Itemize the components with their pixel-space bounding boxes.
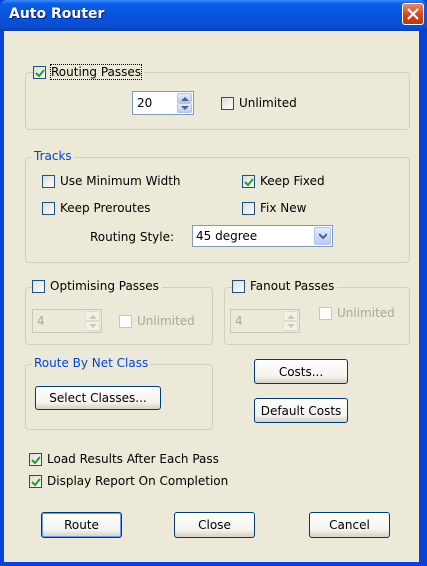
dialog-body: Routing Passes 20 Unlimited Tracks Use M… bbox=[4, 31, 419, 562]
fix-new-label: Fix New bbox=[260, 201, 307, 215]
spin-down-button bbox=[85, 321, 100, 331]
window-title: Auto Router bbox=[9, 6, 105, 22]
checkbox-box[interactable] bbox=[221, 96, 234, 110]
checkmark-icon bbox=[31, 477, 41, 486]
keep-preroutes-label: Keep Preroutes bbox=[60, 201, 151, 215]
spin-up-button[interactable] bbox=[177, 93, 192, 103]
checkbox-box[interactable] bbox=[29, 474, 42, 488]
optimising-passes-value: 4 bbox=[37, 314, 45, 328]
fanout-unlimited-label: Unlimited bbox=[337, 306, 395, 320]
chevron-down-icon bbox=[319, 233, 327, 239]
optimising-passes-checkbox[interactable]: Optimising Passes bbox=[32, 279, 162, 293]
tracks-legend: Tracks bbox=[32, 149, 74, 163]
checkbox-box[interactable] bbox=[242, 201, 255, 215]
arrow-up-icon bbox=[181, 97, 189, 101]
routing-passes-label: Routing Passes bbox=[49, 64, 143, 80]
checkbox-box[interactable] bbox=[29, 452, 42, 466]
spin-up-button bbox=[283, 311, 298, 321]
arrow-up-icon bbox=[89, 315, 97, 319]
dropdown-button[interactable] bbox=[314, 227, 331, 245]
routing-passes-value[interactable]: 20 bbox=[137, 96, 152, 110]
route-by-net-class-legend: Route By Net Class bbox=[32, 356, 151, 370]
fanout-unlimited-checkbox: Unlimited bbox=[319, 306, 395, 320]
routing-passes-spinner[interactable]: 20 bbox=[132, 91, 194, 115]
fanout-passes-value: 4 bbox=[235, 314, 243, 328]
display-report-label: Display Report On Completion bbox=[47, 474, 229, 488]
keep-preroutes-checkbox[interactable]: Keep Preroutes bbox=[42, 201, 151, 215]
display-report-checkbox[interactable]: Display Report On Completion bbox=[29, 474, 228, 488]
routing-passes-group bbox=[25, 72, 410, 130]
spin-up-button bbox=[85, 311, 100, 321]
default-costs-button[interactable]: Default Costs bbox=[254, 398, 348, 423]
optimising-passes-label: Optimising Passes bbox=[50, 279, 159, 293]
routing-style-select[interactable]: 45 degree bbox=[192, 225, 333, 247]
checkbox-box[interactable] bbox=[242, 174, 255, 188]
fix-new-checkbox[interactable]: Fix New bbox=[242, 201, 306, 215]
arrow-down-icon bbox=[287, 324, 295, 328]
fanout-passes-label: Fanout Passes bbox=[250, 279, 335, 293]
checkbox-box[interactable] bbox=[32, 279, 45, 293]
close-window-button[interactable] bbox=[402, 3, 424, 25]
optimising-unlimited-label: Unlimited bbox=[137, 314, 195, 328]
fanout-passes-spinner: 4 bbox=[230, 309, 300, 333]
use-min-width-label: Use Minimum Width bbox=[60, 174, 181, 188]
fanout-passes-checkbox[interactable]: Fanout Passes bbox=[232, 279, 338, 293]
checkbox-box[interactable] bbox=[42, 174, 55, 188]
spin-down-button bbox=[283, 321, 298, 331]
checkmark-icon bbox=[244, 177, 254, 186]
select-classes-button[interactable]: Select Classes... bbox=[35, 386, 161, 410]
optimising-passes-spinner: 4 bbox=[32, 309, 102, 333]
keep-fixed-checkbox[interactable]: Keep Fixed bbox=[242, 174, 325, 188]
arrow-down-icon bbox=[89, 324, 97, 328]
checkbox-box[interactable] bbox=[232, 279, 245, 293]
checkbox-box[interactable] bbox=[33, 65, 46, 79]
spin-down-button[interactable] bbox=[177, 103, 192, 113]
route-button[interactable]: Route bbox=[41, 512, 122, 538]
checkbox-box bbox=[319, 306, 332, 320]
auto-router-window: Auto Router Routing Passes 20 Unlimited … bbox=[0, 0, 427, 566]
cancel-button[interactable]: Cancel bbox=[309, 512, 390, 538]
routing-unlimited-label: Unlimited bbox=[239, 96, 297, 110]
title-bar[interactable]: Auto Router bbox=[0, 0, 427, 31]
checkbox-box[interactable] bbox=[42, 201, 55, 215]
optimising-unlimited-checkbox: Unlimited bbox=[119, 314, 195, 328]
load-results-checkbox[interactable]: Load Results After Each Pass bbox=[29, 452, 219, 466]
checkmark-icon bbox=[35, 68, 45, 77]
checkbox-box bbox=[119, 314, 132, 328]
routing-style-label: Routing Style: bbox=[90, 230, 175, 244]
arrow-down-icon bbox=[181, 106, 189, 110]
arrow-up-icon bbox=[287, 315, 295, 319]
close-button[interactable]: Close bbox=[174, 512, 255, 538]
load-results-label: Load Results After Each Pass bbox=[47, 452, 219, 466]
use-min-width-checkbox[interactable]: Use Minimum Width bbox=[42, 174, 181, 188]
costs-button[interactable]: Costs... bbox=[254, 359, 348, 384]
checkmark-icon bbox=[31, 455, 41, 464]
close-icon bbox=[407, 8, 419, 20]
routing-style-value: 45 degree bbox=[196, 229, 258, 243]
routing-passes-checkbox[interactable]: Routing Passes bbox=[33, 64, 145, 80]
routing-unlimited-checkbox[interactable]: Unlimited bbox=[221, 96, 297, 110]
keep-fixed-label: Keep Fixed bbox=[260, 174, 325, 188]
